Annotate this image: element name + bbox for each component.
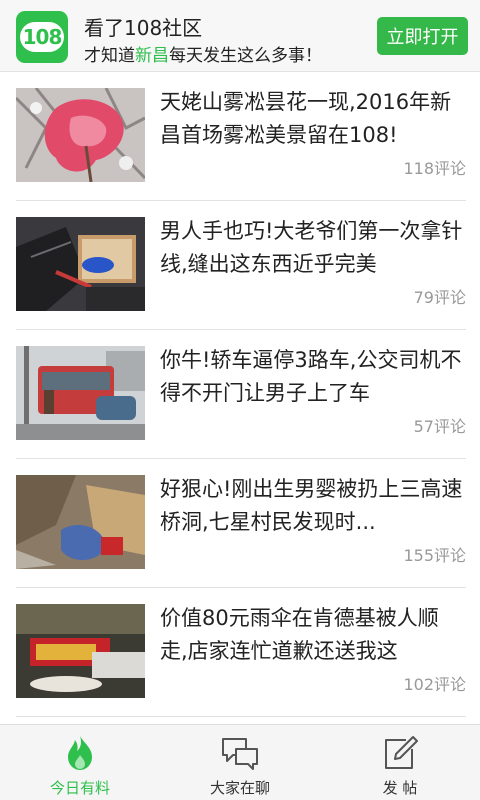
comment-count: 102评论: [403, 675, 466, 694]
bottom-tab-bar: 今日有料 大家在聊 发 帖: [0, 724, 480, 800]
tab-label: 发 帖: [382, 779, 418, 797]
tab-post[interactable]: 发 帖: [320, 725, 480, 800]
news-title[interactable]: 男人手也巧!大老爷们第一次拿针线,缝出这东西近乎完美: [160, 215, 466, 281]
banner-subtitle: 才知道新昌每天发生这么多事！: [84, 41, 322, 66]
news-title[interactable]: 价值80元雨伞在肯德基被人顺走,店家连忙道歉还送我这: [160, 602, 466, 668]
app-download-banner[interactable]: 108 看了108社区 才知道新昌每天发生这么多事！ 立即打开: [0, 0, 480, 72]
flame-icon: [66, 735, 94, 775]
list-item[interactable]: 男人手也巧!大老爷们第一次拿针线,缝出这东西近乎完美 79评论: [16, 201, 466, 330]
tab-label: 大家在聊: [209, 779, 270, 797]
tab-today[interactable]: 今日有料: [0, 725, 160, 800]
banner-subtitle-after: 每天发生这么多事！: [169, 46, 322, 66]
comment-count: 57评论: [413, 417, 466, 436]
tab-discussion[interactable]: 大家在聊: [160, 725, 320, 800]
banner-title: 看了108社区: [84, 16, 203, 40]
comment-count: 155评论: [403, 546, 466, 565]
app-logo: 108: [16, 11, 68, 63]
banner-subtitle-highlight: 新昌: [135, 46, 169, 66]
news-feed[interactable]: 天姥山雾凇昙花一现,2016年新昌首场雾凇美景留在108! 118评论 男人手也…: [0, 72, 480, 724]
list-item[interactable]: 天姥山雾凇昙花一现,2016年新昌首场雾凇美景留在108! 118评论: [16, 72, 466, 201]
news-title[interactable]: 好狠心!刚出生男婴被扔上三高速桥洞,七星村民发现时...: [160, 473, 466, 539]
list-item[interactable]: 你牛!轿车逼停3路车,公交司机不得不开门让男子上了车 57评论: [16, 330, 466, 459]
app-logo-text: 108: [20, 22, 64, 52]
news-thumbnail: [16, 346, 145, 440]
tab-label: 今日有料: [49, 779, 110, 797]
news-thumbnail: [16, 604, 145, 698]
news-title[interactable]: 你牛!轿车逼停3路车,公交司机不得不开门让男子上了车: [160, 344, 466, 410]
list-item[interactable]: 好狠心!刚出生男婴被扔上三高速桥洞,七星村民发现时... 155评论: [16, 459, 466, 588]
news-thumbnail: [16, 475, 145, 569]
news-thumbnail: [16, 88, 145, 182]
chat-bubbles-icon: [220, 735, 260, 775]
banner-subtitle-before: 才知道: [84, 46, 135, 66]
comment-count: 79评论: [413, 288, 466, 307]
list-item[interactable]: 价值80元雨伞在肯德基被人顺走,店家连忙道歉还送我这 102评论: [16, 588, 466, 717]
edit-post-icon: [382, 735, 418, 775]
comment-count: 118评论: [403, 159, 466, 178]
news-thumbnail: [16, 217, 145, 311]
news-title[interactable]: 天姥山雾凇昙花一现,2016年新昌首场雾凇美景留在108!: [160, 86, 466, 152]
open-app-button[interactable]: 立即打开: [377, 17, 468, 55]
